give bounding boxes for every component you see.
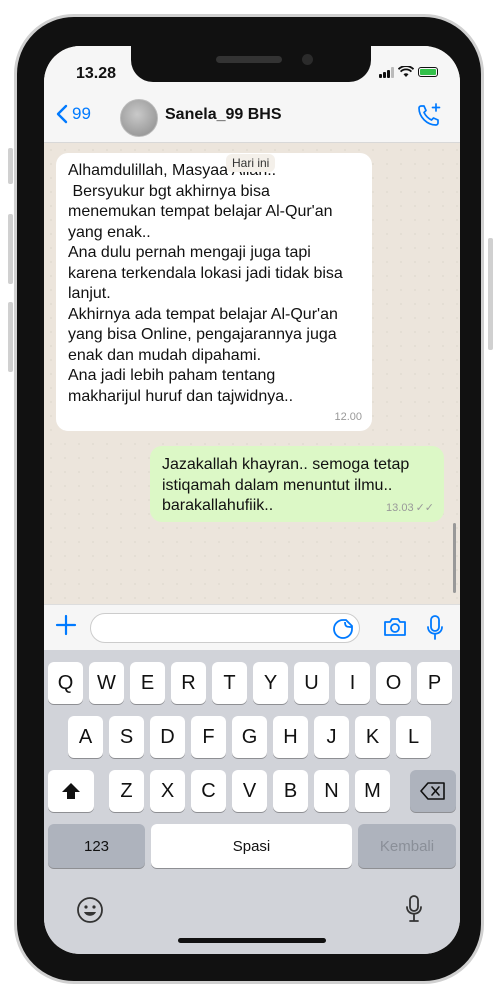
delete-icon: [420, 782, 445, 800]
incoming-message[interactable]: Alhamdulillah, Masyaa Allah.. Bersyukur …: [56, 153, 372, 431]
key-v[interactable]: V: [232, 770, 267, 812]
shift-key[interactable]: [48, 770, 94, 812]
key-j[interactable]: J: [314, 716, 349, 758]
outgoing-message-meta: 13.03 ✓✓: [386, 501, 434, 514]
avatar[interactable]: [120, 99, 158, 137]
key-r[interactable]: R: [171, 662, 206, 704]
key-z[interactable]: Z: [109, 770, 144, 812]
key-i[interactable]: I: [335, 662, 370, 704]
status-time: 13.28: [76, 65, 117, 82]
scrollbar[interactable]: [453, 523, 456, 593]
side-button: [488, 238, 493, 350]
message-input[interactable]: [90, 613, 360, 643]
outgoing-message[interactable]: Jazakallah khayran.. semoga tetap istiqa…: [150, 446, 444, 522]
key-u[interactable]: U: [294, 662, 329, 704]
key-f[interactable]: F: [191, 716, 226, 758]
key-k[interactable]: K: [355, 716, 390, 758]
read-ticks-icon: ✓✓: [415, 502, 434, 514]
camera-button[interactable]: [382, 616, 408, 643]
sticker-icon: [333, 619, 353, 639]
emoji-button[interactable]: [76, 896, 104, 929]
incoming-message-text: Alhamdulillah, Masyaa Allah.. Bersyukur …: [68, 162, 343, 405]
emoji-icon: [77, 897, 103, 923]
notch: [131, 46, 371, 82]
key-s[interactable]: S: [109, 716, 144, 758]
contact-name[interactable]: Sanela_99 BHS: [165, 106, 282, 124]
key-m[interactable]: M: [355, 770, 390, 812]
keyboard: Q W E R T Y U I O P A S D F G H J K L Z …: [44, 650, 460, 954]
delete-key[interactable]: [410, 770, 456, 812]
side-button: [8, 214, 13, 284]
home-indicator[interactable]: [178, 938, 326, 943]
front-camera: [302, 54, 313, 65]
key-o[interactable]: O: [376, 662, 411, 704]
key-n[interactable]: N: [314, 770, 349, 812]
key-h[interactable]: H: [273, 716, 308, 758]
side-button: [8, 302, 13, 372]
input-bar: [44, 604, 460, 651]
date-label: Hari ini: [226, 154, 276, 172]
dictation-button[interactable]: [404, 894, 424, 929]
key-x[interactable]: X: [150, 770, 185, 812]
microphone-icon: [406, 895, 422, 922]
key-y[interactable]: Y: [253, 662, 288, 704]
shift-icon: [62, 783, 80, 799]
battery-icon: [418, 67, 438, 77]
wifi-icon: [398, 66, 414, 77]
key-d[interactable]: D: [150, 716, 185, 758]
camera-icon: [384, 618, 406, 636]
screen: 13.28 99 Sanela_99 BHS Alhamdulillah, Ma…: [44, 46, 460, 954]
key-c[interactable]: C: [191, 770, 226, 812]
status-icons: [379, 66, 438, 78]
key-w[interactable]: W: [89, 662, 124, 704]
call-button[interactable]: [416, 102, 442, 133]
chevron-left-icon: [56, 104, 68, 124]
microphone-icon: [427, 615, 443, 640]
numbers-key[interactable]: 123: [48, 824, 145, 868]
attach-button[interactable]: [54, 613, 78, 642]
signal-icon: [379, 66, 394, 78]
key-g[interactable]: G: [232, 716, 267, 758]
phone-add-icon: [418, 103, 441, 126]
speaker: [216, 56, 282, 63]
key-e[interactable]: E: [130, 662, 165, 704]
key-l[interactable]: L: [396, 716, 431, 758]
outgoing-message-time: 13.03: [386, 502, 414, 514]
voice-message-button[interactable]: [426, 614, 444, 647]
plus-icon: [55, 614, 77, 636]
chat-area[interactable]: Alhamdulillah, Masyaa Allah.. Bersyukur …: [44, 143, 460, 604]
incoming-message-time: 12.00: [334, 411, 362, 423]
back-count: 99: [72, 104, 91, 123]
space-key[interactable]: Spasi: [151, 824, 352, 868]
return-key[interactable]: Kembali: [358, 824, 456, 868]
key-a[interactable]: A: [68, 716, 103, 758]
key-q[interactable]: Q: [48, 662, 83, 704]
back-button[interactable]: 99: [56, 104, 91, 124]
side-button: [8, 148, 13, 184]
key-p[interactable]: P: [417, 662, 452, 704]
key-b[interactable]: B: [273, 770, 308, 812]
sticker-button[interactable]: [332, 618, 354, 645]
key-t[interactable]: T: [212, 662, 247, 704]
chat-header: 99 Sanela_99 BHS: [44, 90, 460, 143]
